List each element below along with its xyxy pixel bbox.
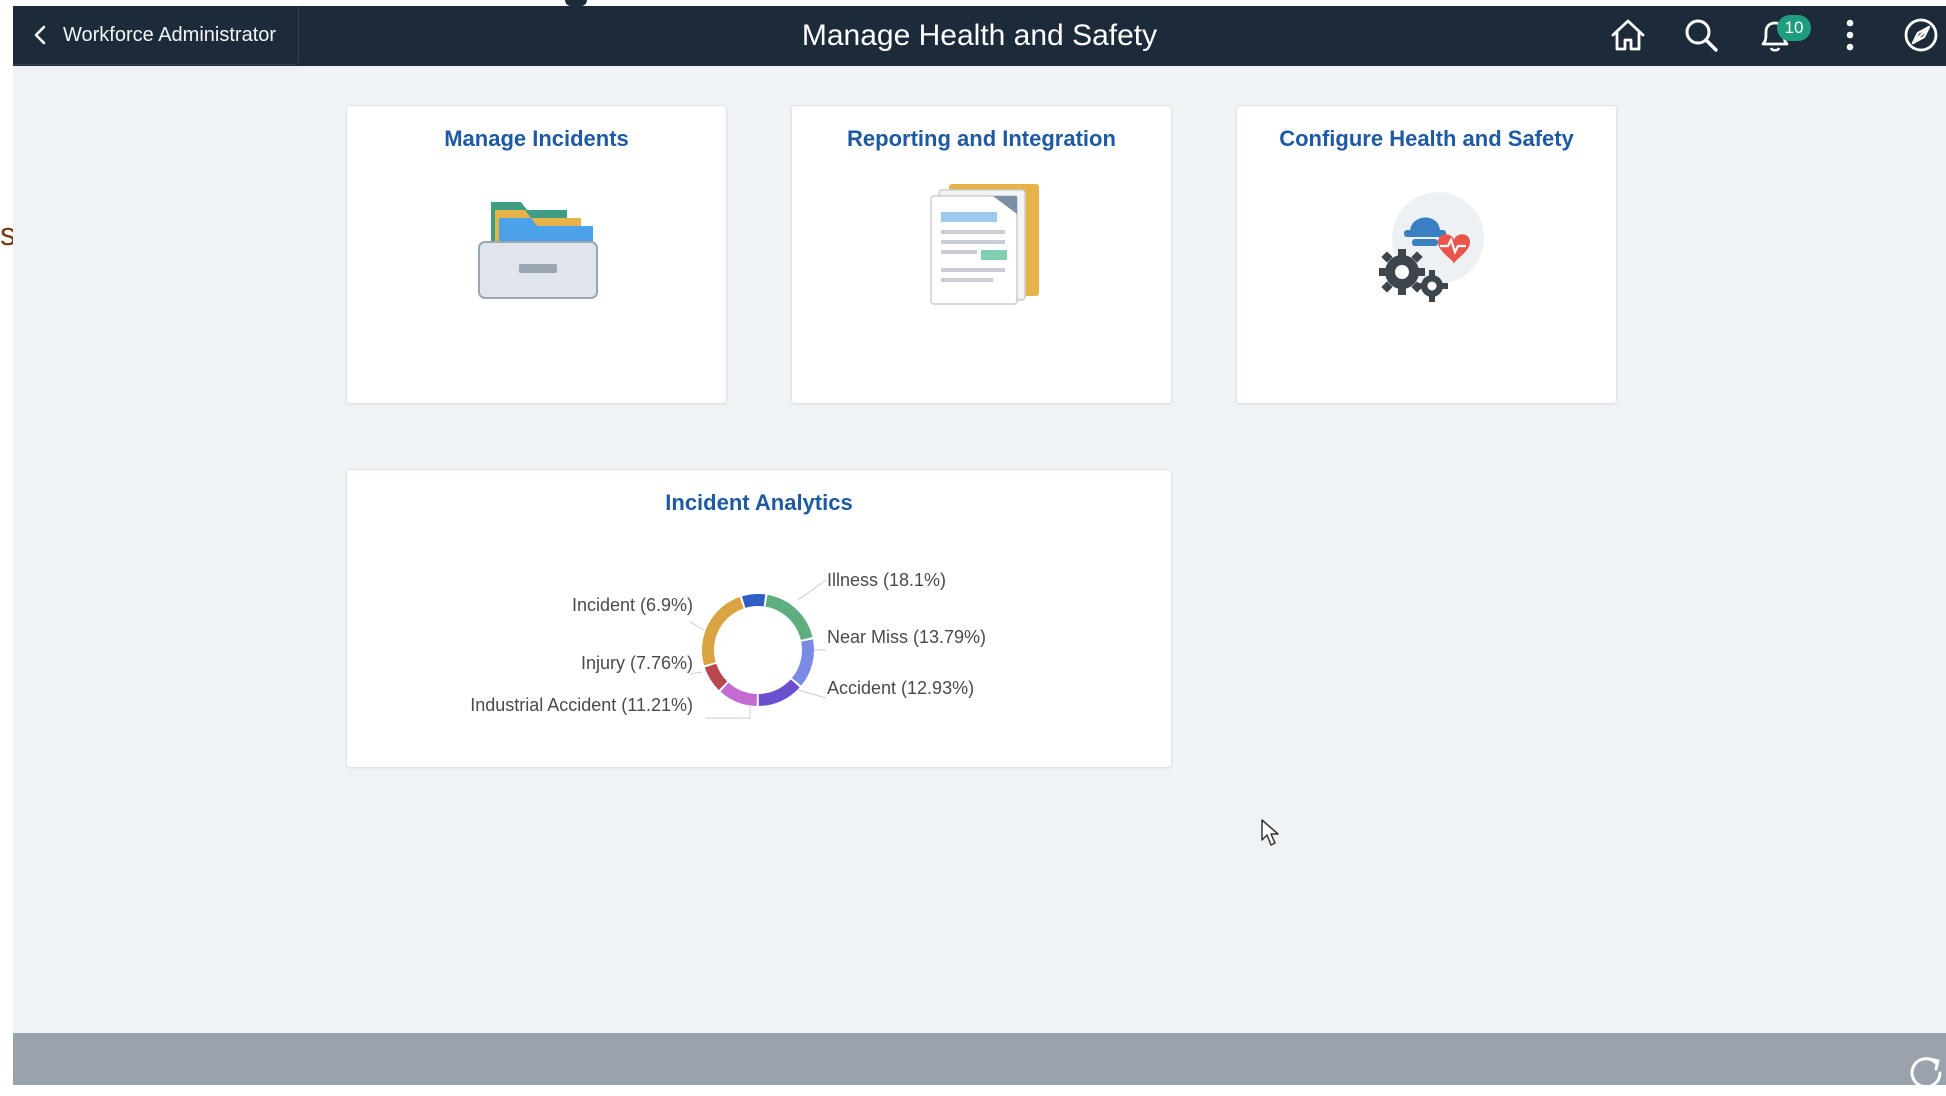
navbar-button[interactable] [1901,17,1941,57]
search-icon [1682,16,1720,59]
home-button[interactable] [1608,17,1648,57]
notifications-button[interactable]: 10 [1755,15,1811,57]
home-icon [1609,17,1647,58]
donut-slice-incident[interactable] [741,594,766,608]
refresh-icon [1906,1057,1946,1095]
refresh-button[interactable] [1906,1051,1946,1091]
back-button-label: Workforce Administrator [63,23,277,46]
label-industrial-accident: Industrial Accident (11.21%) [470,695,693,715]
incident-donut-chart [689,579,827,719]
label-near-miss: Near Miss (13.79%) [827,627,987,647]
donut-slice-illness[interactable] [765,594,813,640]
donut-slice-industrial-accident[interactable] [720,682,757,706]
chevron-left-icon [29,23,53,47]
folder-tray-icon [477,190,599,305]
more-vertical-icon [1844,18,1856,57]
back-button[interactable]: Workforce Administrator [13,6,300,65]
app-window: Workforce Administrator Manage Health an… [13,6,1946,1089]
mouse-cursor [1260,818,1282,853]
left-edge-strip [0,0,13,1085]
donut-slice-accident[interactable] [758,679,800,706]
tile-title: Configure Health and Safety [1279,126,1574,151]
tile-title: Manage Incidents [444,126,629,151]
notification-count-badge: 10 [1777,15,1811,41]
donut-leader-line [689,621,705,631]
actions-menu-button[interactable] [1830,17,1870,57]
label-accident: Accident (12.93%) [827,678,975,698]
tile-title: Reporting and Integration [847,126,1116,151]
page-title: Manage Health and Safety [801,19,1158,52]
safety-gears-icon [1368,190,1492,311]
navbar-compass-icon [1902,16,1940,59]
label-injury: Injury (7.76%) [580,653,693,673]
label-illness: Illness (18.1%) [827,570,947,590]
banner: Workforce Administrator Manage Health an… [13,6,1946,66]
donut-leader-line [797,579,827,601]
tile-configure-health-and-safety[interactable]: Configure Health and Safety [1236,105,1617,404]
tile-manage-incidents[interactable]: Manage Incidents [346,105,727,404]
report-documents-icon [923,180,1045,311]
tile-incident-analytics[interactable]: Incident Analytics Illness (18.1%) Near … [346,469,1172,768]
donut-leader-line [706,706,751,719]
donut-leader-line [797,689,827,699]
label-incident: Incident (6.9%) [571,595,693,615]
search-button[interactable] [1681,17,1721,57]
footer-bar [13,1033,1946,1089]
donut-slice-other[interactable] [702,597,744,666]
donut-slice-near-miss[interactable] [791,639,814,686]
tile-reporting-and-integration[interactable]: Reporting and Integration [791,105,1172,404]
donut-slice-injury[interactable] [704,663,728,691]
